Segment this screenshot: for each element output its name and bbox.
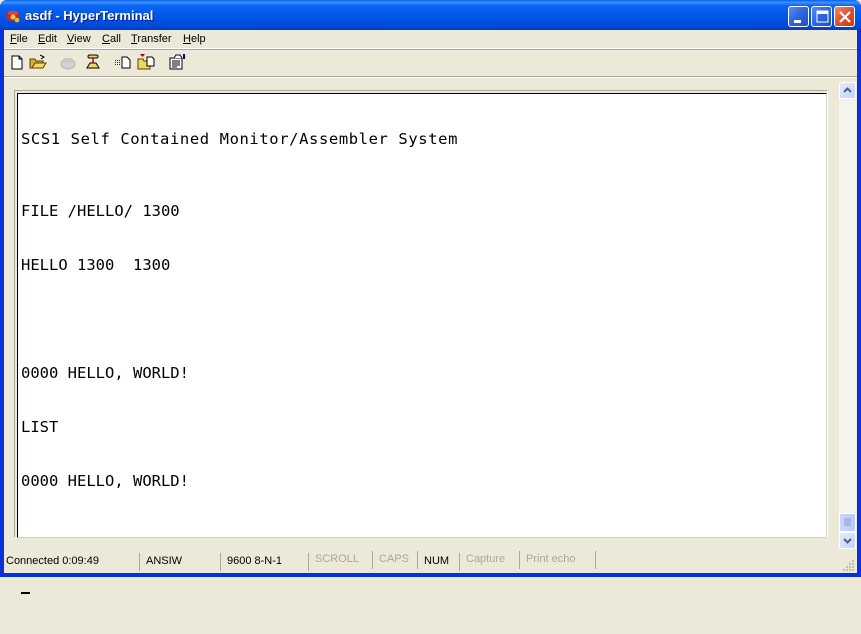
scroll-up-button[interactable] xyxy=(839,82,856,99)
status-connected: Connected 0:09:49 xyxy=(4,553,140,571)
hyperterminal-phone-icon[interactable] xyxy=(5,7,21,23)
client-area: File Edit View Call Transfer Help SCS1 S… xyxy=(4,30,857,594)
menu-bar: File Edit View Call Transfer Help xyxy=(4,30,857,49)
menu-edit[interactable]: Edit xyxy=(38,33,57,45)
terminal-area: SCS1 Self Contained Monitor/Assembler Sy… xyxy=(4,82,857,594)
menu-help-mnemonic: H xyxy=(183,33,191,45)
status-capture: Capture xyxy=(462,551,520,569)
vertical-scrollbar[interactable] xyxy=(839,82,856,549)
terminal-line: FILE /HELLO/ 1300 xyxy=(21,202,180,220)
terminal-line: 0000 HELLO, WORLD! xyxy=(21,364,189,382)
maximize-icon xyxy=(816,10,829,23)
menu-call-mnemonic: C xyxy=(102,33,110,45)
disconnect-phone-icon xyxy=(86,54,100,69)
call-button[interactable] xyxy=(59,53,77,71)
toolbar xyxy=(4,50,857,77)
new-connection-button[interactable] xyxy=(8,53,26,71)
menu-call[interactable]: Call xyxy=(102,33,121,45)
properties-button[interactable] xyxy=(168,53,186,71)
menu-transfer-label: ransfer xyxy=(137,33,172,45)
chevron-up-icon xyxy=(843,87,852,93)
menu-file-label: ile xyxy=(16,33,28,45)
toolbar-separator xyxy=(4,77,857,78)
receive-file-icon xyxy=(137,54,155,70)
send-file-icon xyxy=(115,56,131,69)
window-bottom-border xyxy=(0,573,861,577)
text-cursor xyxy=(21,592,30,594)
phone-icon xyxy=(60,58,76,70)
menu-help-label: elp xyxy=(190,33,206,45)
terminal-line: LIST xyxy=(21,418,59,436)
receive-button[interactable] xyxy=(137,53,155,71)
window-title: asdf - HyperTerminal xyxy=(25,8,154,23)
menu-help[interactable]: Help xyxy=(183,33,206,45)
close-button[interactable] xyxy=(834,6,855,27)
status-settings: 9600 8-N-1 xyxy=(223,553,309,571)
terminal-line: SCS1 Self Contained Monitor/Assembler Sy… xyxy=(21,130,458,148)
scroll-down-button[interactable] xyxy=(839,532,856,549)
open-button[interactable] xyxy=(29,53,47,71)
chevron-down-icon xyxy=(843,538,852,544)
resize-grip-icon[interactable] xyxy=(843,559,855,571)
terminal-screen[interactable]: SCS1 Self Contained Monitor/Assembler Sy… xyxy=(21,94,821,594)
properties-icon xyxy=(169,54,185,70)
terminal-cursor-line xyxy=(21,580,821,598)
minimize-icon xyxy=(794,20,801,23)
disconnect-button[interactable] xyxy=(84,53,102,71)
close-icon xyxy=(839,11,851,23)
status-scroll: SCROLL xyxy=(311,551,373,569)
menu-call-label: all xyxy=(109,33,121,45)
hyperterminal-window: asdf - HyperTerminal File Edit View Call… xyxy=(0,0,861,594)
status-bar: Connected 0:09:49 ANSIW 9600 8-N-1 SCROL… xyxy=(4,551,857,573)
title-bar[interactable]: asdf - HyperTerminal xyxy=(0,0,861,30)
terminal-line: 0000 HELLO, WORLD! xyxy=(21,472,189,490)
minimize-button[interactable] xyxy=(788,6,809,27)
open-folder-icon xyxy=(29,54,47,69)
menu-transfer[interactable]: Transfer xyxy=(131,33,172,45)
menu-view[interactable]: View xyxy=(67,33,91,45)
status-print-echo: Print echo xyxy=(522,551,596,569)
terminal-line: HELLO 1300 1300 xyxy=(21,256,171,274)
menu-file[interactable]: File xyxy=(10,33,28,45)
menu-view-label: iew xyxy=(74,33,91,45)
new-document-icon xyxy=(11,55,23,70)
menu-file-mnemonic: F xyxy=(10,33,17,45)
status-num: NUM xyxy=(420,553,460,571)
scroll-thumb[interactable] xyxy=(839,513,856,532)
menu-edit-label: dit xyxy=(45,33,57,45)
grip-lines-icon xyxy=(844,518,851,526)
status-emulation: ANSIW xyxy=(142,553,221,571)
status-caps: CAPS xyxy=(375,551,418,569)
maximize-button[interactable] xyxy=(811,6,832,27)
send-button[interactable] xyxy=(114,53,132,71)
